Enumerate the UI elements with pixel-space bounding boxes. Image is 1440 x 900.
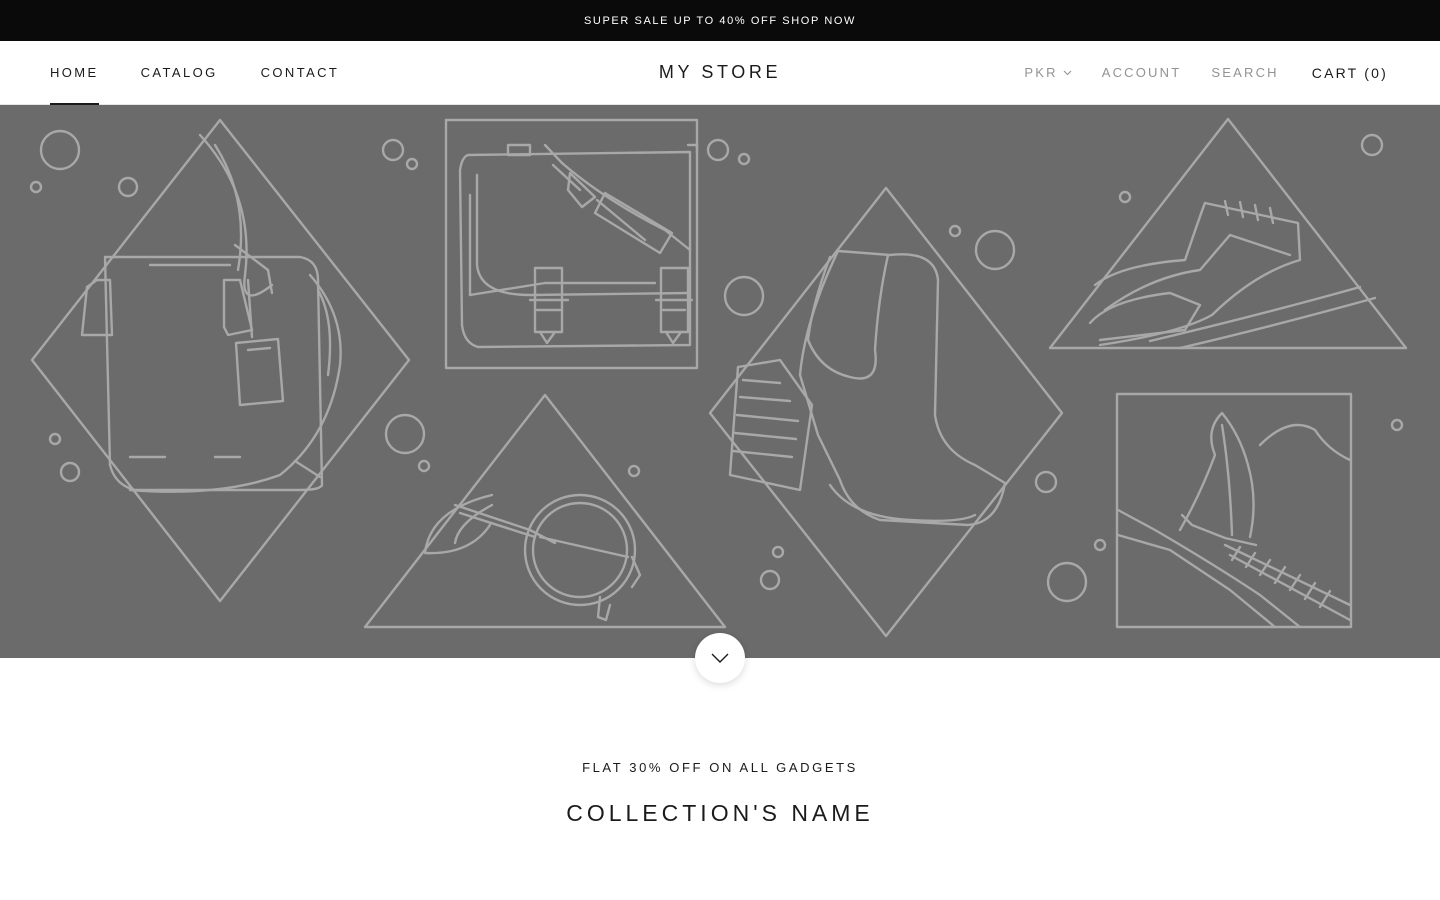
currency-value: PKR [1024,65,1058,80]
nav-contact[interactable]: CONTACT [261,41,340,104]
store-logo[interactable]: MY STORE [659,62,781,83]
chevron-down-icon [711,653,729,663]
account-link[interactable]: ACCOUNT [1102,65,1182,80]
site-header: HOME CATALOG CONTACT MY STORE PKR ACCOUN… [0,41,1440,105]
hat-feather-icon [1115,392,1353,629]
collection-subheading: FLAT 30% OFF ON ALL GADGETS [582,760,858,775]
search-link[interactable]: SEARCH [1211,65,1278,80]
announcement-bar: SUPER SALE UP TO 40% OFF SHOP NOW [0,0,1440,41]
scroll-down-button[interactable] [695,633,745,683]
currency-selector[interactable]: PKR [1024,65,1072,80]
handbag-icon [30,118,411,603]
sunglasses-icon [363,393,727,629]
boot-icon [708,186,1064,638]
oxford-shoe-icon [1048,117,1408,350]
nav-contact-label: CONTACT [260,65,340,80]
main-nav: HOME CATALOG CONTACT [50,41,340,105]
announcement-link[interactable]: SUPER SALE UP TO 40% OFF SHOP NOW [584,15,856,27]
hero-illustration [29,117,1408,638]
briefcase-icon [444,118,699,370]
hero-banner [0,105,1440,658]
cart-link[interactable]: CART (0) [1312,65,1388,81]
nav-catalog-label: CATALOG [140,65,218,80]
nav-home[interactable]: HOME [50,41,99,105]
nav-catalog[interactable]: CATALOG [141,41,218,104]
header-actions: PKR ACCOUNT SEARCH CART (0) [1024,41,1388,104]
chevron-down-icon [1063,70,1072,75]
collection-heading: COLLECTION'S NAME [566,800,874,826]
nav-home-label: HOME [50,65,99,80]
